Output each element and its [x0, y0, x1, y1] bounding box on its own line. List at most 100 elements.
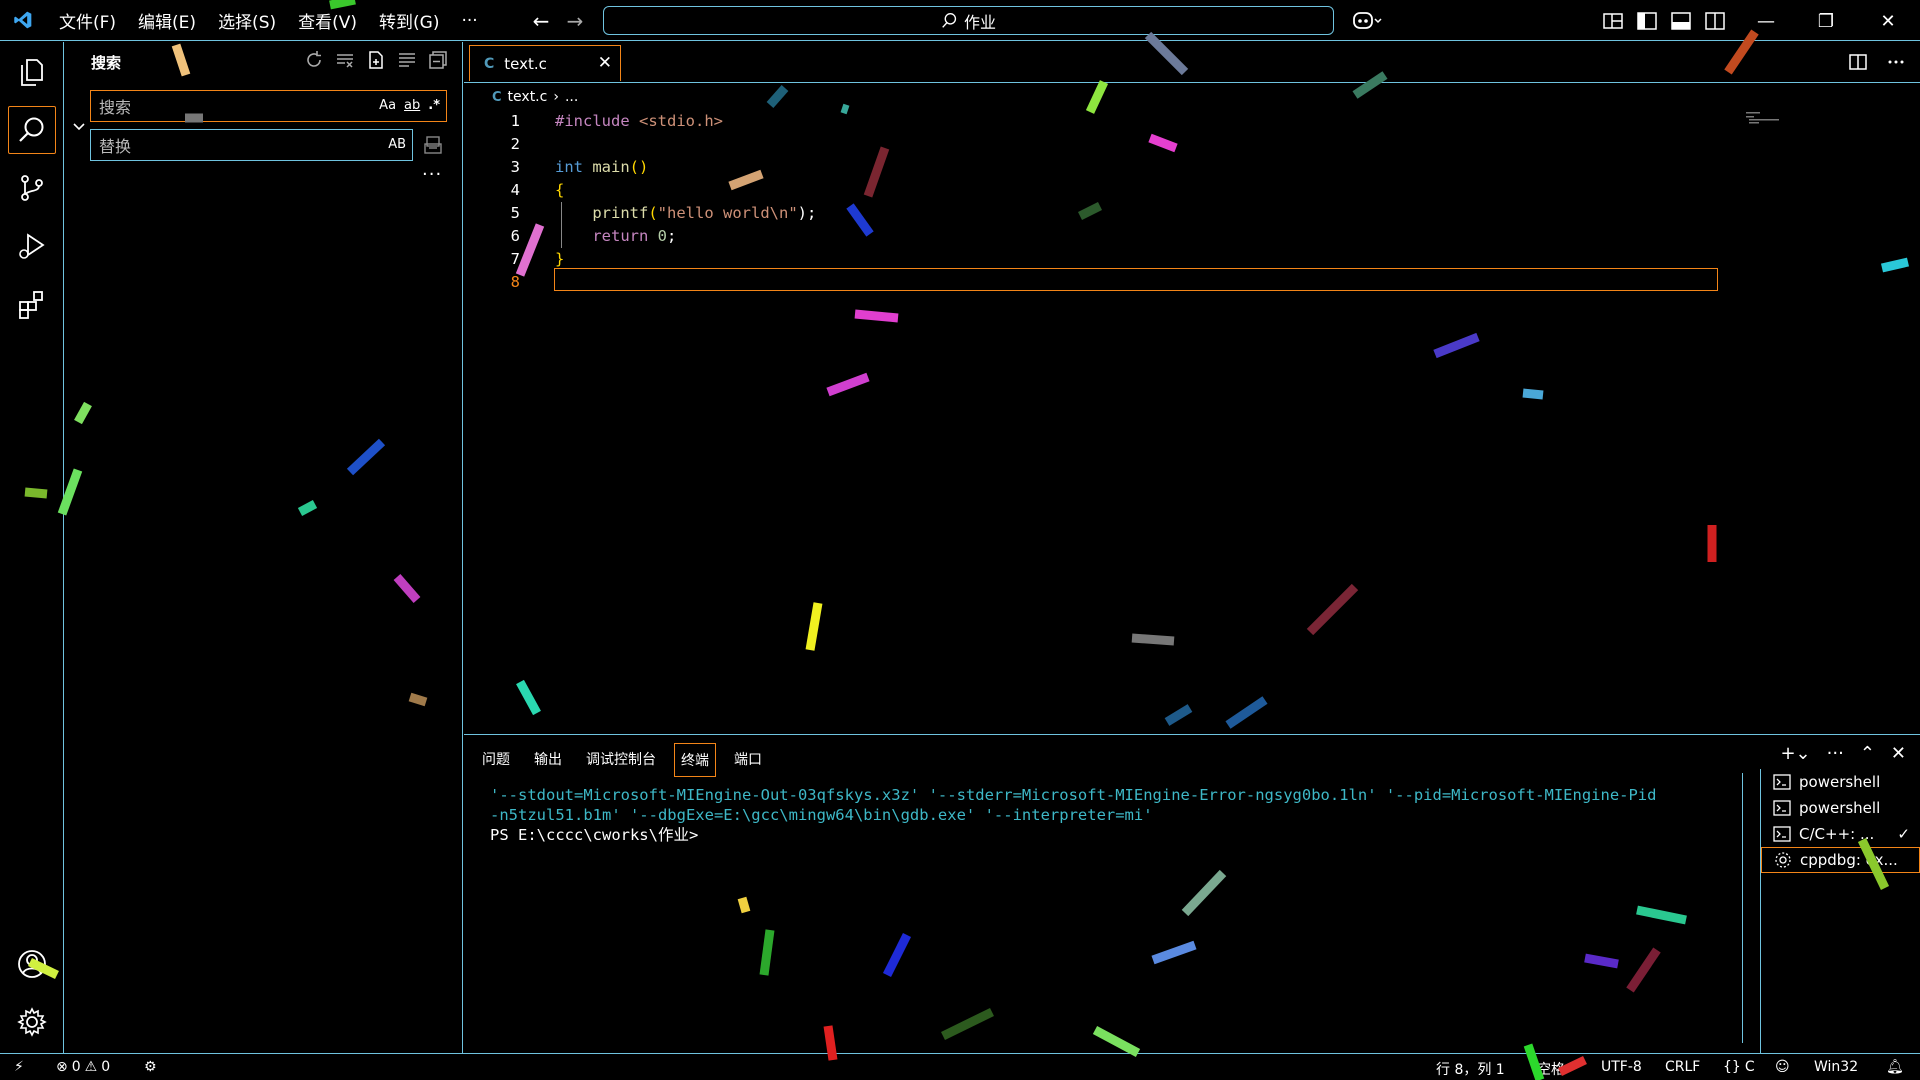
terminal-scrollbar[interactable]: [1742, 773, 1743, 1043]
collapse-all-icon[interactable]: [428, 50, 448, 70]
copilot-status-icon[interactable]: ☺: [1775, 1059, 1790, 1075]
terminal-item[interactable]: C/C++: ... ✓: [1761, 821, 1920, 847]
debug-status-icon[interactable]: ⚙: [144, 1059, 157, 1075]
copilot-icon[interactable]: [1352, 10, 1382, 32]
breadcrumb-file[interactable]: text.c: [508, 89, 548, 105]
new-search-editor-icon[interactable]: [366, 50, 386, 70]
line-number: 3: [510, 158, 520, 176]
split-editor-icon[interactable]: [1848, 52, 1868, 72]
editor-actions: [1848, 52, 1906, 72]
breadcrumb-symbol[interactable]: ...: [565, 89, 578, 105]
terminal-list: powershell powershell C/C++: ... ✓ cppdb…: [1760, 769, 1920, 1054]
replace-options: AB: [388, 136, 406, 154]
terminal-item[interactable]: cppdbg: ex...: [1761, 847, 1920, 873]
command-center-label: 作业: [963, 12, 996, 32]
sidebar-actions: [304, 50, 448, 70]
toggle-secondary-sidebar-icon[interactable]: [1704, 10, 1726, 32]
panel-more-icon[interactable]: ···: [1827, 743, 1844, 764]
command-center-search[interactable]: 作业: [603, 6, 1334, 35]
forward-arrow-icon[interactable]: →: [562, 8, 588, 34]
accounts-icon[interactable]: [8, 940, 56, 988]
problems-status[interactable]: ⊗ 0 ⚠ 0: [56, 1059, 110, 1075]
more-actions-icon[interactable]: [1886, 52, 1906, 72]
restore-icon[interactable]: ❐: [1803, 6, 1849, 36]
menu-edit[interactable]: 编辑(E): [127, 8, 207, 33]
customize-layout-icon[interactable]: [1602, 10, 1624, 32]
menu-selection[interactable]: 选择(S): [207, 8, 287, 33]
c-file-icon: C: [492, 89, 502, 105]
panel-actions: +⌄ ··· ⌃ ✕: [1780, 743, 1906, 764]
search-input[interactable]: 搜索 Aa ab .*: [90, 90, 447, 122]
encoding[interactable]: UTF-8: [1601, 1059, 1642, 1075]
refresh-icon[interactable]: [304, 50, 324, 70]
close-tab-icon[interactable]: ✕: [598, 53, 612, 73]
source-control-icon[interactable]: [8, 164, 56, 212]
line-number: 6: [510, 227, 520, 245]
sidebar-title: 搜索: [91, 54, 122, 72]
menu-go[interactable]: 转到(G): [368, 8, 450, 33]
close-panel-icon[interactable]: ✕: [1891, 743, 1906, 764]
minimap[interactable]: [1746, 110, 1806, 130]
settings-gear-icon[interactable]: [8, 998, 56, 1046]
terminal-item[interactable]: powershell: [1761, 795, 1920, 821]
tab-text-c[interactable]: C text.c ✕: [469, 45, 621, 81]
tab-output[interactable]: 输出: [528, 743, 568, 777]
code-token: printf: [592, 204, 649, 222]
remote-icon[interactable]: ⚡: [14, 1059, 24, 1075]
extensions-icon[interactable]: [8, 280, 56, 328]
view-as-tree-icon[interactable]: [397, 50, 417, 70]
menu-more[interactable]: ···: [450, 11, 488, 31]
terminal-icon: [1773, 774, 1791, 790]
close-window-icon[interactable]: ✕: [1865, 6, 1911, 36]
search-view-icon[interactable]: [8, 106, 56, 154]
indentation[interactable]: 空格: [1537, 1059, 1565, 1079]
explorer-icon[interactable]: [8, 48, 56, 96]
terminal-name: powershell: [1799, 773, 1881, 791]
terminal-icon: [1773, 800, 1791, 816]
tab-debug-console[interactable]: 调试控制台: [580, 743, 662, 777]
platform[interactable]: Win32: [1814, 1059, 1858, 1075]
terminal-output[interactable]: '--stdout=Microsoft-MIEngine-Out-03qfsky…: [490, 785, 1706, 845]
code-token: (): [629, 158, 649, 176]
preserve-case-toggle[interactable]: AB: [388, 136, 406, 154]
use-regex-toggle[interactable]: .*: [428, 97, 440, 115]
toggle-panel-icon[interactable]: [1670, 10, 1692, 32]
error-count: 0: [71, 1059, 81, 1075]
menu-bar: 文件(F) 编辑(E) 选择(S) 查看(V) 转到(G) ···: [48, 0, 489, 41]
toggle-search-details[interactable]: ···: [422, 164, 442, 185]
toggle-primary-sidebar-icon[interactable]: [1636, 10, 1658, 32]
tab-ports[interactable]: 端口: [728, 743, 768, 777]
language-label: C: [1744, 1059, 1755, 1075]
warning-count: 0: [101, 1059, 111, 1075]
end-of-line[interactable]: CRLF: [1665, 1059, 1700, 1075]
run-debug-icon[interactable]: [8, 222, 56, 270]
minimize-icon[interactable]: —: [1743, 6, 1789, 36]
maximize-panel-icon[interactable]: ⌃: [1860, 743, 1875, 764]
code-token: {: [555, 181, 565, 199]
tab-label: text.c: [504, 54, 547, 73]
back-arrow-icon[interactable]: ←: [528, 8, 554, 34]
replace-all-icon[interactable]: [423, 134, 445, 156]
code-token: #include: [555, 112, 630, 130]
activity-bar: [0, 42, 64, 1053]
language-mode[interactable]: {} C: [1723, 1059, 1755, 1075]
line-number: 4: [510, 181, 520, 199]
menu-file[interactable]: 文件(F): [48, 8, 127, 33]
code-line: 3 int main(): [464, 156, 1904, 179]
match-case-toggle[interactable]: Aa: [379, 97, 396, 115]
clear-results-icon[interactable]: [335, 50, 355, 70]
replace-input[interactable]: 替换 AB: [90, 129, 413, 161]
code-token: main: [592, 158, 630, 176]
menu-view[interactable]: 查看(V): [287, 8, 368, 33]
tab-terminal[interactable]: 终端: [674, 743, 716, 777]
terminal-item[interactable]: powershell: [1761, 769, 1920, 795]
new-terminal-icon[interactable]: +⌄: [1780, 743, 1810, 764]
panel-tabs: 问题 输出 调试控制台 终端 端口: [476, 743, 780, 777]
chevron-down-icon[interactable]: [72, 120, 86, 134]
cursor-position[interactable]: 行 8，列 1: [1436, 1059, 1505, 1079]
match-whole-word-toggle[interactable]: ab: [404, 97, 420, 115]
notifications-bell-icon[interactable]: 🔔︎: [1886, 1059, 1904, 1075]
code-token: "hello world\n": [657, 204, 798, 222]
tab-problems[interactable]: 问题: [476, 743, 516, 777]
c-file-icon: C: [484, 55, 495, 72]
